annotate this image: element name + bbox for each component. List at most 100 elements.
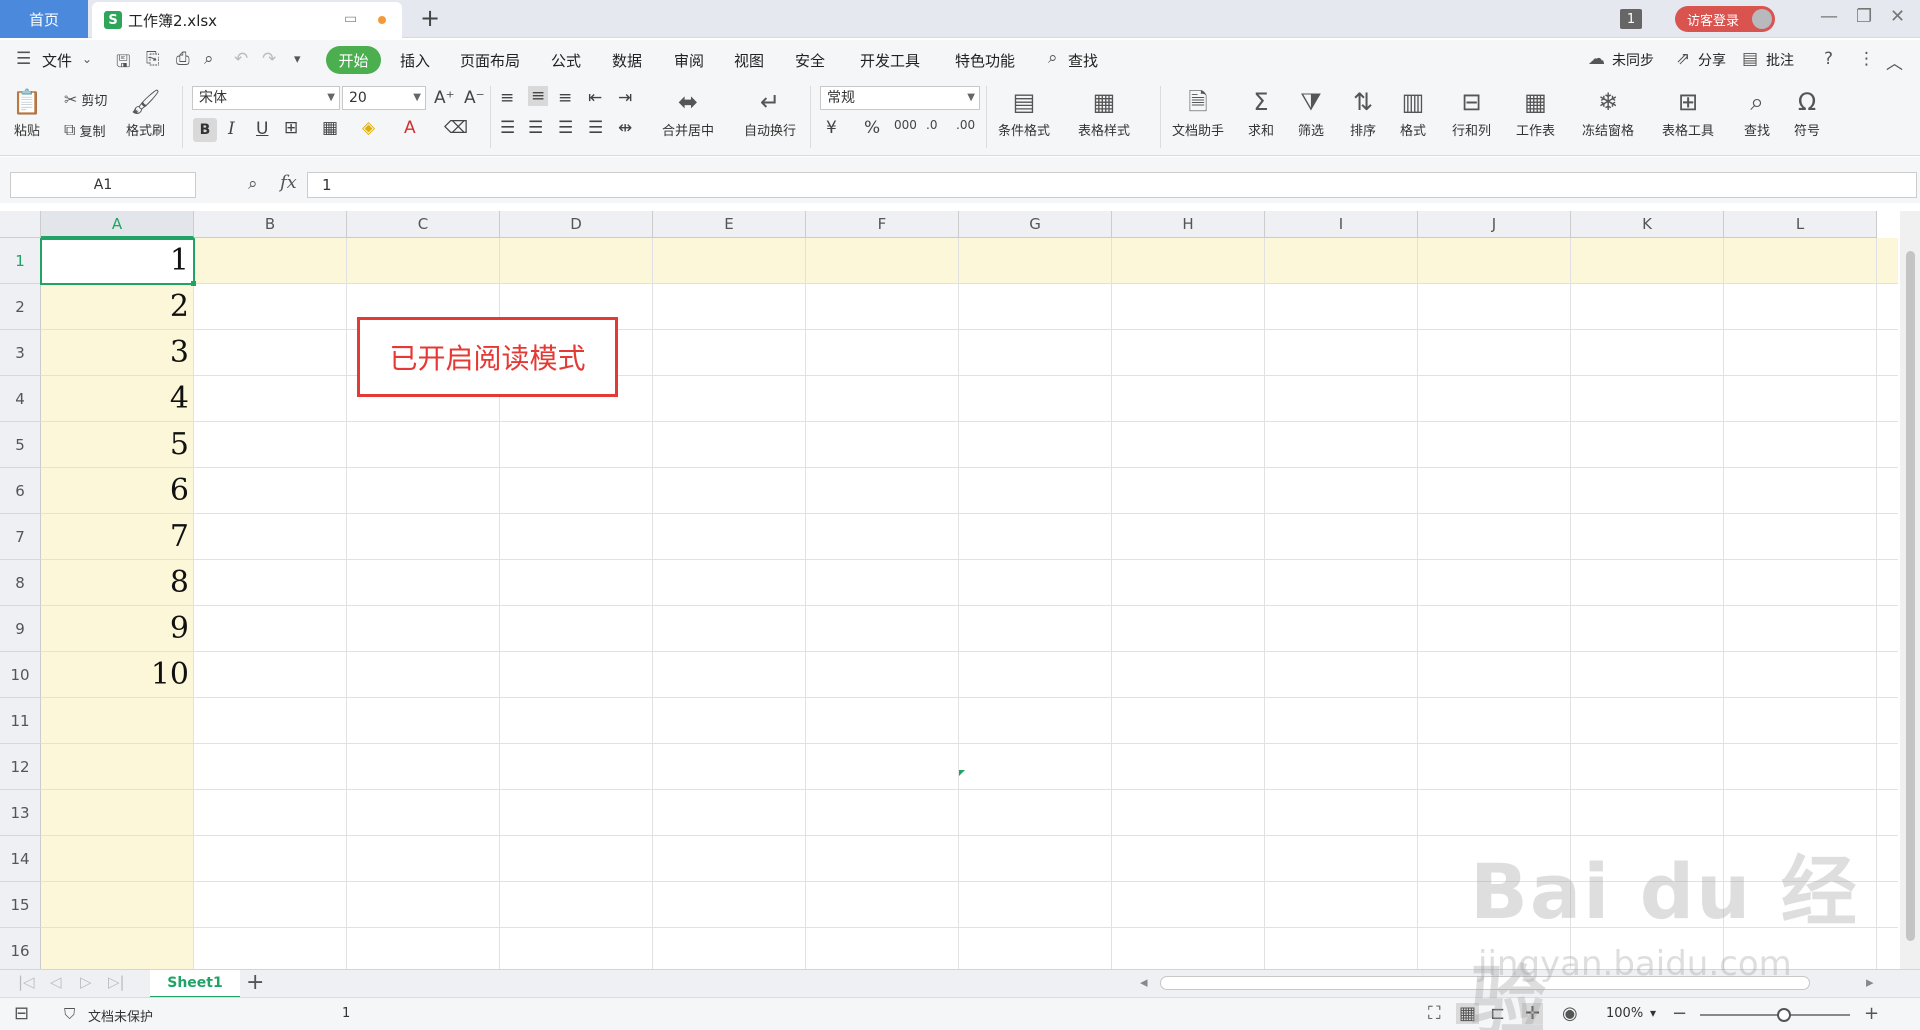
sum-button[interactable]: Σ 求和	[1248, 86, 1274, 139]
cell-a4[interactable]: 4	[41, 376, 189, 422]
menu-page-layout[interactable]: 页面布局	[460, 50, 520, 71]
row-col-button[interactable]: ⊟ 行和列	[1452, 86, 1491, 139]
menu-file[interactable]: 文件	[42, 50, 72, 71]
cell-a5[interactable]: 5	[41, 422, 189, 468]
zoom-formula-icon[interactable]: ⌕	[248, 174, 258, 194]
border-icon[interactable]: ⊞	[284, 118, 298, 138]
font-color-icon[interactable]: A	[404, 118, 416, 138]
copy-button[interactable]: ⧉ 复制	[64, 120, 105, 140]
eraser-icon[interactable]: ⌫	[444, 118, 468, 138]
wrap-text-button[interactable]: ↵ 自动换行	[744, 86, 796, 139]
symbol-button[interactable]: Ω 符号	[1794, 86, 1820, 139]
redo-icon[interactable]: ↷	[262, 49, 276, 69]
row-header-10[interactable]: 10	[0, 652, 41, 698]
decrease-font-icon[interactable]: A⁻	[464, 88, 485, 108]
fill-color-icon[interactable]: ◈	[362, 118, 375, 138]
protection-status[interactable]: 文档未保护	[88, 1006, 153, 1025]
menu-formula[interactable]: 公式	[551, 50, 581, 71]
row-header-12[interactable]: 12	[0, 744, 41, 790]
align-left-icon[interactable]: ☰	[500, 118, 515, 138]
add-sheet-plus-icon[interactable]: +	[246, 970, 264, 995]
row-header-14[interactable]: 14	[0, 836, 41, 882]
menu-developer[interactable]: 开发工具	[860, 50, 920, 71]
comment-button[interactable]: 批注	[1766, 50, 1794, 70]
fill-handle[interactable]	[191, 281, 196, 286]
font-name-select[interactable]: 宋体 ▼	[192, 86, 340, 110]
cell-a1[interactable]: 1	[41, 238, 189, 284]
save-icon[interactable]: 🖫	[116, 49, 130, 78]
cell-a3[interactable]: 3	[41, 330, 189, 376]
menu-features[interactable]: 特色功能	[955, 50, 1015, 71]
justify-icon[interactable]: ☰	[588, 118, 603, 138]
menu-review[interactable]: 审阅	[674, 50, 704, 71]
column-header-i[interactable]: I	[1265, 211, 1418, 238]
column-header-g[interactable]: G	[959, 211, 1112, 238]
fx-icon[interactable]: fx	[280, 172, 297, 193]
column-header-a[interactable]: A	[41, 211, 194, 238]
format-painter-button[interactable]: 🖌 格式刷	[126, 86, 165, 139]
table-tools-button[interactable]: ⊞ 表格工具	[1662, 86, 1714, 139]
menu-start[interactable]: 开始	[326, 46, 381, 74]
scroll-left-icon[interactable]: ◂	[1140, 973, 1148, 991]
close-icon[interactable]: ✕	[1890, 6, 1905, 27]
worksheet-button[interactable]: ▦ 工作表	[1516, 86, 1555, 139]
percent-icon[interactable]: %	[864, 118, 880, 138]
cell-a6[interactable]: 6	[41, 468, 189, 514]
row-header-8[interactable]: 8	[0, 560, 41, 606]
align-middle-icon[interactable]: ≡	[528, 86, 549, 106]
sync-status[interactable]: 未同步	[1612, 50, 1654, 70]
row-header-15[interactable]: 15	[0, 882, 41, 928]
doc-helper-button[interactable]: 🗎 文档助手	[1172, 86, 1224, 139]
font-size-select[interactable]: 20 ▼	[342, 86, 426, 110]
align-top-icon[interactable]: ≡	[500, 88, 514, 108]
row-header-6[interactable]: 6	[0, 468, 41, 514]
sort-button[interactable]: ⇅ 排序	[1350, 86, 1376, 139]
tab-home[interactable]: 首页	[0, 0, 88, 38]
visitor-login-button[interactable]: 访客登录	[1675, 6, 1775, 32]
row-header-1[interactable]: 1	[0, 238, 41, 284]
cell-fill-pattern-icon[interactable]: ▦	[322, 118, 338, 138]
menu-search[interactable]: 查找	[1068, 50, 1098, 71]
indent-increase-icon[interactable]: ⇥	[618, 88, 632, 108]
undo-icon[interactable]: ↶	[234, 49, 248, 69]
doc-status-icon[interactable]: ⊟	[14, 1003, 29, 1024]
cell-a8[interactable]: 8	[41, 560, 189, 606]
share-icon[interactable]: ⇗	[1676, 49, 1690, 69]
align-right-icon[interactable]: ☰	[558, 118, 573, 138]
distribute-icon[interactable]: ⇹	[618, 118, 632, 138]
number-format-select[interactable]: 常规 ▼	[820, 86, 980, 110]
find-button[interactable]: ⌕ 查找	[1744, 86, 1770, 139]
column-header-e[interactable]: E	[653, 211, 806, 238]
window-count-badge[interactable]: 1	[1620, 9, 1642, 29]
row-header-5[interactable]: 5	[0, 422, 41, 468]
row-header-7[interactable]: 7	[0, 514, 41, 560]
column-header-k[interactable]: K	[1571, 211, 1724, 238]
row-header-3[interactable]: 3	[0, 330, 41, 376]
column-header-b[interactable]: B	[194, 211, 347, 238]
share-button[interactable]: 分享	[1698, 50, 1726, 70]
tab-document[interactable]: S 工作簿2.xlsx ▭	[92, 2, 402, 38]
italic-icon[interactable]: I	[228, 119, 235, 139]
freeze-panes-button[interactable]: ❄ 冻结窗格	[1582, 86, 1634, 139]
filter-button[interactable]: ⧩ 筛选	[1298, 86, 1324, 139]
hamburger-icon[interactable]: ☰	[16, 49, 31, 69]
print-icon[interactable]: ⎙	[176, 49, 190, 69]
thousands-icon[interactable]: 000	[894, 118, 917, 132]
search-icon[interactable]: ⌕	[1048, 48, 1058, 68]
cell-a7[interactable]: 7	[41, 514, 189, 560]
row-header-4[interactable]: 4	[0, 376, 41, 422]
collapse-ribbon-icon[interactable]: ︿	[1886, 49, 1903, 74]
select-all-corner[interactable]	[0, 211, 41, 238]
column-header-j[interactable]: J	[1418, 211, 1571, 238]
align-center-icon[interactable]: ☰	[528, 118, 543, 138]
next-sheet-icon[interactable]: ▷	[80, 973, 92, 991]
column-header-h[interactable]: H	[1112, 211, 1265, 238]
column-header-f[interactable]: F	[806, 211, 959, 238]
help-icon[interactable]: ?	[1824, 49, 1833, 69]
row-header-2[interactable]: 2	[0, 284, 41, 330]
column-header-l[interactable]: L	[1724, 211, 1877, 238]
row-header-13[interactable]: 13	[0, 790, 41, 836]
customize-qat-icon[interactable]: ▾	[294, 52, 301, 67]
menu-view[interactable]: 视图	[734, 50, 764, 71]
new-tab-plus-icon[interactable]: +	[420, 4, 440, 32]
